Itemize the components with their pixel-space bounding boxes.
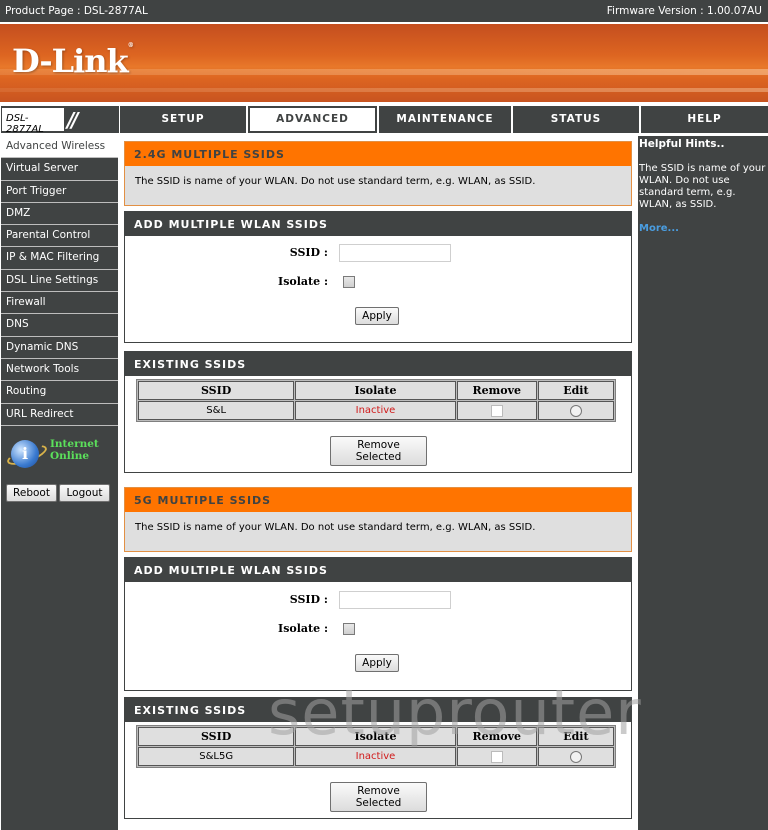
ssid-cell: S&L5G xyxy=(138,747,295,766)
dlink-logo: D-Link® xyxy=(12,42,134,80)
sidebar-item-virtual-server[interactable]: Virtual Server xyxy=(1,158,118,181)
edit-cell xyxy=(537,401,614,420)
sidebar-item-port-trigger[interactable]: Port Trigger xyxy=(1,180,118,203)
sidebar-item-routing[interactable]: Routing xyxy=(1,381,118,404)
band24-add-title: ADD MULTIPLE WLAN SSIDS xyxy=(125,212,631,236)
slash-decoration: // xyxy=(67,108,78,132)
table-header-row: SSID Isolate Remove Edit xyxy=(138,727,614,746)
sidebar-item-network-tools[interactable]: Network Tools xyxy=(1,358,118,382)
tab-advanced[interactable]: ADVANCED xyxy=(248,106,377,133)
sidebar-item-dynamic-dns[interactable]: Dynamic DNS xyxy=(1,336,118,359)
top-nav: DSL-2877AL // SETUP ADVANCED MAINTENANCE… xyxy=(0,106,768,135)
sidebar-item-parental-control[interactable]: Parental Control xyxy=(1,225,118,248)
col-isolate: Isolate xyxy=(295,727,456,746)
band5-description: The SSID is name of your WLAN. Do not us… xyxy=(135,522,536,533)
logo-text: D-Link xyxy=(12,42,129,80)
product-page-label: Product Page : DSL-2877AL xyxy=(5,5,148,17)
band5-add-panel: ADD MULTIPLE WLAN SSIDS SSID : Isolate :… xyxy=(124,557,632,691)
band5-ssid-table: SSID Isolate Remove Edit S&L5G Inactive xyxy=(136,725,616,768)
sidebar-item-url-redirect[interactable]: URL Redirect xyxy=(1,403,118,426)
col-edit: Edit xyxy=(537,381,614,400)
session-buttons: Reboot Logout xyxy=(6,484,112,502)
status-line-1: Internet xyxy=(50,437,99,450)
ssid-label: SSID : xyxy=(289,593,328,606)
sidebar-item-ip-mac-filtering[interactable]: IP & MAC Filtering xyxy=(1,247,118,270)
sidebar-item-firewall[interactable]: Firewall xyxy=(1,292,118,315)
band24-intro: 2.4G MULTIPLE SSIDS The SSID is name of … xyxy=(124,141,632,206)
band5-existing-title: EXISTING SSIDS xyxy=(125,698,631,722)
ssid-label: SSID : xyxy=(289,246,328,259)
help-text: The SSID is name of your WLAN. Do not us… xyxy=(639,163,766,210)
ssid-cell: S&L xyxy=(138,401,295,420)
tab-setup[interactable]: SETUP xyxy=(120,106,246,133)
remove-cell xyxy=(456,401,537,420)
banner: D-Link® xyxy=(0,24,768,102)
isolate-cell: Inactive xyxy=(295,401,456,420)
band24-ssid-input[interactable] xyxy=(339,244,451,262)
firmware-version: Firmware Version : 1.00.07AU xyxy=(606,5,762,17)
col-ssid: SSID xyxy=(138,727,295,746)
col-isolate: Isolate xyxy=(295,381,456,400)
isolate-label: Isolate : xyxy=(278,275,328,288)
logout-button[interactable]: Logout xyxy=(59,484,110,502)
band5-ssid-input[interactable] xyxy=(339,591,451,609)
band5-title: 5G MULTIPLE SSIDS xyxy=(125,488,631,512)
internet-status-text: Internet Online xyxy=(50,438,99,462)
table-row: S&L5G Inactive xyxy=(138,747,614,766)
edit-radio[interactable] xyxy=(569,404,582,417)
band5-isolate-checkbox[interactable] xyxy=(343,623,355,635)
band24-description: The SSID is name of your WLAN. Do not us… xyxy=(135,176,536,187)
help-more-link[interactable]: More... xyxy=(639,223,768,234)
col-ssid: SSID xyxy=(138,381,295,400)
band5-intro: 5G MULTIPLE SSIDS The SSID is name of yo… xyxy=(124,487,632,552)
sidebar-item-dmz[interactable]: DMZ xyxy=(1,202,118,226)
sidebar-item-advanced-wireless[interactable]: Advanced Wireless xyxy=(1,136,118,159)
band24-add-panel: ADD MULTIPLE WLAN SSIDS SSID : Isolate :… xyxy=(124,211,632,343)
tab-help[interactable]: HELP xyxy=(641,106,768,133)
band24-existing-title: EXISTING SSIDS xyxy=(125,352,631,376)
band5-apply-button[interactable]: Apply xyxy=(355,654,399,672)
isolate-cell: Inactive xyxy=(295,747,456,766)
band5-add-title: ADD MULTIPLE WLAN SSIDS xyxy=(125,558,631,582)
col-edit: Edit xyxy=(537,727,614,746)
edit-radio[interactable] xyxy=(569,750,582,763)
internet-status: i Internet Online xyxy=(1,432,118,482)
col-remove: Remove xyxy=(456,727,537,746)
banner-stripe xyxy=(0,88,768,92)
info-globe-icon: i xyxy=(11,439,39,468)
band24-remove-selected-button[interactable]: Remove Selected xyxy=(330,436,427,466)
tab-status[interactable]: STATUS xyxy=(513,106,639,133)
remove-cell xyxy=(456,747,537,766)
band24-isolate-checkbox[interactable] xyxy=(343,276,355,288)
sidebar-item-dsl-line-settings[interactable]: DSL Line Settings xyxy=(1,269,118,293)
help-panel: Helpful Hints.. The SSID is name of your… xyxy=(638,136,768,830)
band5-remove-selected-button[interactable]: Remove Selected xyxy=(330,782,427,812)
isolate-label: Isolate : xyxy=(278,622,328,635)
status-line-2: Online xyxy=(50,449,90,462)
remove-checkbox[interactable] xyxy=(490,750,503,763)
tab-maintenance[interactable]: MAINTENANCE xyxy=(379,106,511,133)
band24-title: 2.4G MULTIPLE SSIDS xyxy=(125,142,631,166)
band24-ssid-table: SSID Isolate Remove Edit S&L Inactive xyxy=(136,379,616,422)
band24-apply-button[interactable]: Apply xyxy=(355,307,399,325)
remove-checkbox[interactable] xyxy=(490,404,503,417)
registered-mark: ® xyxy=(127,42,134,49)
top-bar: Product Page : DSL-2877AL Firmware Versi… xyxy=(0,0,768,22)
table-header-row: SSID Isolate Remove Edit xyxy=(138,381,614,400)
table-row: S&L Inactive xyxy=(138,401,614,420)
band24-existing-panel: EXISTING SSIDS SSID Isolate Remove Edit … xyxy=(124,351,632,473)
sidebar: Advanced Wireless Virtual Server Port Tr… xyxy=(1,136,118,830)
model-badge: DSL-2877AL // xyxy=(1,106,119,135)
band5-existing-panel: EXISTING SSIDS SSID Isolate Remove Edit … xyxy=(124,697,632,819)
col-remove: Remove xyxy=(456,381,537,400)
model-label: DSL-2877AL xyxy=(2,108,64,135)
reboot-button[interactable]: Reboot xyxy=(6,484,57,502)
help-title: Helpful Hints.. xyxy=(639,138,725,150)
sidebar-item-dns[interactable]: DNS xyxy=(1,314,118,337)
edit-cell xyxy=(537,747,614,766)
